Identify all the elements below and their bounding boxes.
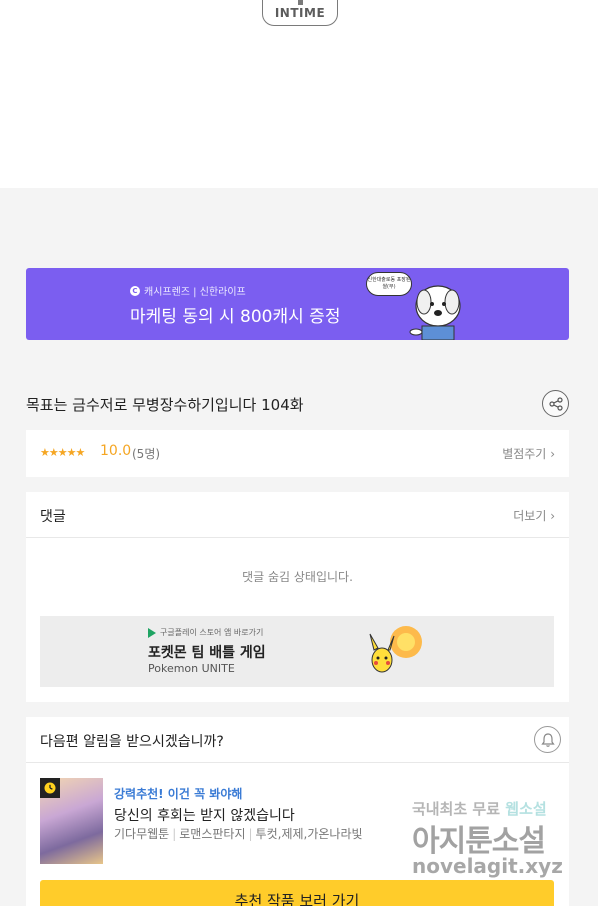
logo-text: INTIME [274, 6, 326, 20]
comment-header: 댓글 더보기 › [26, 492, 569, 538]
banner-message: 마케팅 동의 시 800캐시 증정 [130, 307, 341, 327]
rating-score: 10.0 [100, 443, 132, 459]
rating-card: ★★★★★ 10.0 (5명) 별점주기 › [26, 430, 569, 477]
comment-label: 댓글 [40, 509, 66, 525]
banner-brand-text: 캐시프렌즈 | 신한라이프 [144, 287, 246, 298]
dog-mascot-icon [409, 285, 461, 340]
pokemon-ad[interactable]: 구글플레이 스토어 앱 바로가기 포켓몬 팀 배틀 게임 Pokemon UNI… [40, 616, 554, 687]
comment-card: 댓글 더보기 › 댓글 숨김 상태입니다. 구글플레이 스토어 앱 바로가기 포… [26, 492, 569, 702]
recommend-tag: 강력추천! 이건 꼭 봐야해 [114, 787, 243, 801]
share-button[interactable] [542, 390, 569, 417]
cash-friends-icon: C [130, 285, 140, 296]
recommend-meta-authors: 투컷,제제,가온나라빛 [255, 827, 363, 841]
notify-card: 다음편 알림을 받으시겠습니까? 강력추천! 이건 꼭 봐야해 당신의 후회는 … [26, 717, 569, 906]
recommend-meta-type: 기다무웹툰 [114, 827, 170, 841]
notify-question: 다음편 알림을 받으시겠습니까? [40, 734, 224, 750]
rating-count: (5명) [132, 447, 161, 461]
share-icon [548, 396, 563, 411]
meta-divider: | [248, 827, 253, 841]
bell-icon [540, 732, 555, 747]
meta-divider: | [172, 827, 177, 841]
comments-hidden-message: 댓글 숨김 상태입니다. [242, 570, 353, 584]
google-play-icon [148, 627, 156, 638]
ad-game-title: 포켓몬 팀 배틀 게임 [148, 645, 266, 661]
recommend-meta-genre: 로맨스판타지 [179, 827, 246, 841]
rate-button[interactable]: 별점주기 › [502, 445, 555, 462]
ad-game-subtitle: Pokemon UNITE [148, 662, 235, 675]
episode-title-row: 목표는 금수저로 무병장수하기입니다 104화 [26, 390, 569, 418]
recommend-meta: 기다무웹툰 | 로맨스판타지 | 투컷,제제,가온나라빛 [114, 825, 363, 842]
rating-stars: ★★★★★ [40, 446, 85, 459]
recommend-thumbnail[interactable] [40, 778, 103, 864]
clock-icon [40, 778, 60, 798]
pikachu-icon [369, 626, 422, 673]
google-play-text: 구글플레이 스토어 앱 바로가기 [160, 628, 264, 637]
intime-logo[interactable]: INTIME [262, 0, 338, 26]
comment-more-label: 더보기 [513, 509, 547, 523]
chevron-right-icon: › [550, 509, 555, 523]
notify-header: 다음편 알림을 받으시겠습니까? [26, 717, 569, 763]
banner-brand: C 캐시프렌즈 | 신한라이프 [130, 283, 246, 298]
recommend-title[interactable]: 당신의 후회는 받지 않겠습니다 [114, 805, 295, 825]
logo-stem [298, 0, 303, 5]
google-play-link[interactable]: 구글플레이 스토어 앱 바로가기 [148, 627, 263, 638]
rate-button-label: 별점주기 [502, 447, 547, 461]
comment-more-button[interactable]: 더보기 › [513, 507, 555, 524]
chevron-right-icon: › [550, 447, 555, 461]
episode-title: 목표는 금수저로 무병장수하기입니다 104화 [26, 396, 304, 414]
notify-bell-button[interactable] [534, 726, 561, 753]
recommend-cta-button[interactable]: 추천 작품 보러 가기 [40, 880, 554, 906]
top-area: INTIME [0, 0, 598, 188]
promo-banner[interactable]: C 캐시프렌즈 | 신한라이프 마케팅 동의 시 800캐시 증정 신한대출로동… [26, 268, 569, 340]
